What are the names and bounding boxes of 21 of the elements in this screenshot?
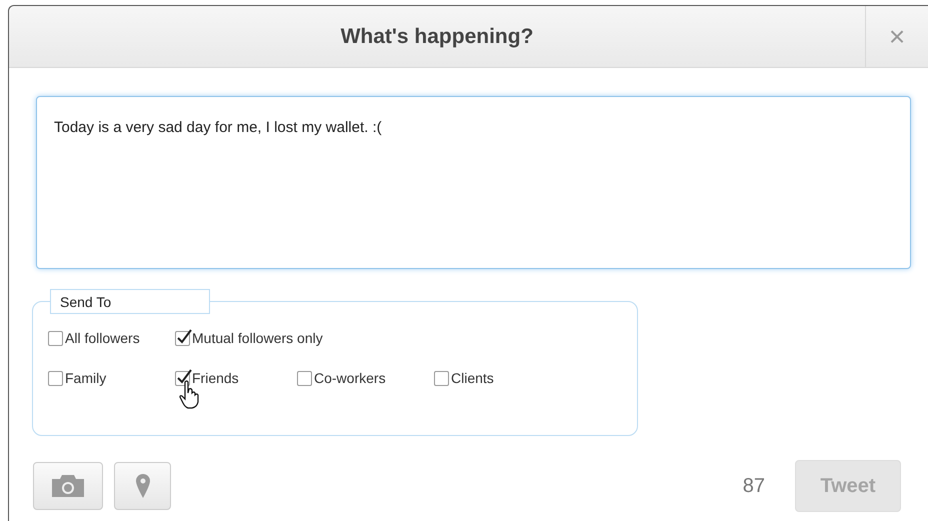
character-count: 87 [742,474,765,498]
location-button[interactable] [114,462,171,510]
dialog-title: What's happening? [340,24,534,50]
close-button[interactable]: × [865,6,928,67]
checkbox-label: All followers [65,330,140,346]
checkbox-label: Clients [451,370,494,386]
map-pin-icon [136,474,150,498]
checkbox-label: Friends [192,370,239,386]
send-to-legend: Send To [50,289,210,314]
checkbox[interactable] [297,370,312,386]
checkbox[interactable] [48,370,63,386]
checkbox[interactable] [175,330,190,346]
checkbox[interactable] [48,330,63,346]
checkbox-label: Mutual followers only [192,330,323,346]
camera-button[interactable] [33,462,103,510]
checkbox[interactable] [175,370,190,386]
tweet-input-field[interactable]: Today is a very sad day for me, I lost my wallet. :( [36,96,911,269]
checkbox-label: Co-workers [314,370,386,386]
camera-icon [50,474,86,498]
checkbox-label: Family [65,370,106,386]
checkbox[interactable] [434,370,449,386]
